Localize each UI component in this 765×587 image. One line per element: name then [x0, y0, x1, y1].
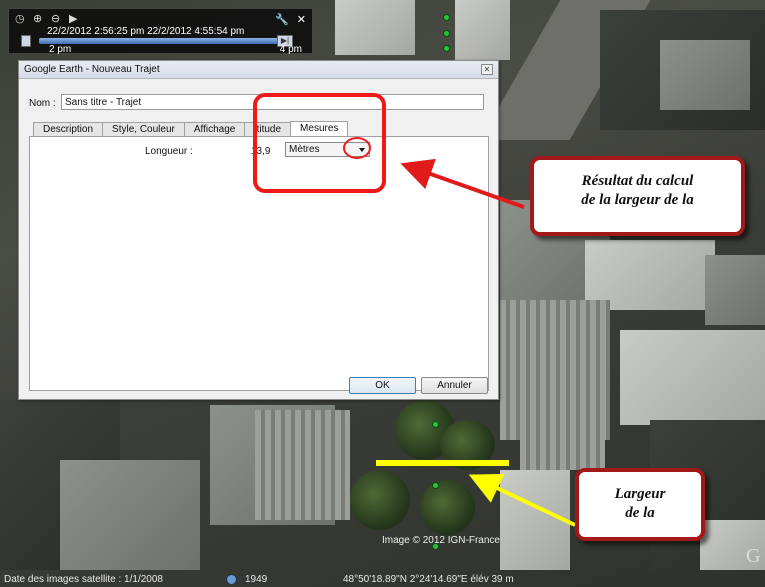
- path-marker[interactable]: [432, 482, 439, 489]
- time-slider[interactable]: ◷ ⊕ ⊖ ▶ 🔧 ✕ 22/2/2012 2:56:25 pm 22/2/20…: [8, 8, 313, 55]
- tab-display[interactable]: Affichage: [183, 122, 246, 137]
- time-range-label: 22/2/2012 2:56:25 pm 22/2/2012 4:55:54 p…: [47, 26, 245, 37]
- historical-imagery-icon[interactable]: [226, 574, 237, 585]
- status-bar: Date des images satellite : 1/1/2008 194…: [0, 573, 765, 587]
- close-icon[interactable]: ✕: [297, 13, 306, 26]
- imagery-date: Date des images satellite : 1/1/2008: [4, 574, 163, 585]
- google-logo: G: [746, 545, 761, 567]
- zoom-out-icon[interactable]: ⊖: [51, 13, 63, 25]
- ok-button[interactable]: OK: [349, 377, 416, 394]
- length-label: Longueur :: [145, 146, 193, 157]
- time-handle-left[interactable]: [21, 35, 31, 47]
- zoom-in-icon[interactable]: ⊕: [33, 13, 45, 25]
- dialog-close-icon[interactable]: ✕: [481, 64, 493, 75]
- wrench-icon[interactable]: 🔧: [275, 13, 289, 26]
- name-label: Nom :: [29, 98, 56, 109]
- tab-style-color[interactable]: Style, Couleur: [102, 122, 185, 137]
- time-track[interactable]: [39, 38, 284, 44]
- path-marker[interactable]: [443, 45, 450, 52]
- cancel-button[interactable]: Annuler: [421, 377, 488, 394]
- callout-result-line2: de la largeur de la: [581, 192, 694, 208]
- callout-result-line1: Résultat du calcul: [581, 173, 694, 189]
- time-end-label: 4 pm: [279, 44, 302, 55]
- path-marker[interactable]: [432, 421, 439, 428]
- imagery-year[interactable]: 1949: [245, 573, 267, 587]
- tab-description[interactable]: Description: [33, 122, 104, 137]
- dialog-title: Google Earth - Nouveau Trajet: [19, 61, 498, 79]
- play-icon[interactable]: ▶: [69, 13, 81, 25]
- measured-path-line: [376, 460, 509, 466]
- callout-width-line2: de la: [625, 505, 655, 521]
- coordinates-readout: 48°50'18.89"N 2°24'14.69"E élév 39 m: [343, 574, 514, 585]
- callout-result: Résultat du calcul de la largeur de la: [530, 156, 745, 236]
- callout-width-line1: Largeur: [614, 486, 666, 502]
- path-marker[interactable]: [443, 30, 450, 37]
- imagery-copyright: Image © 2012 IGN-France: [382, 535, 500, 546]
- callout-width: Largeur de la: [575, 468, 705, 541]
- path-marker[interactable]: [443, 14, 450, 21]
- time-start-label: 2 pm: [49, 44, 72, 55]
- clock-icon[interactable]: ◷: [15, 13, 27, 25]
- google-earth-screen: ◷ ⊕ ⊖ ▶ 🔧 ✕ 22/2/2012 2:56:25 pm 22/2/20…: [0, 0, 765, 587]
- highlight-unit-circle: [343, 137, 371, 159]
